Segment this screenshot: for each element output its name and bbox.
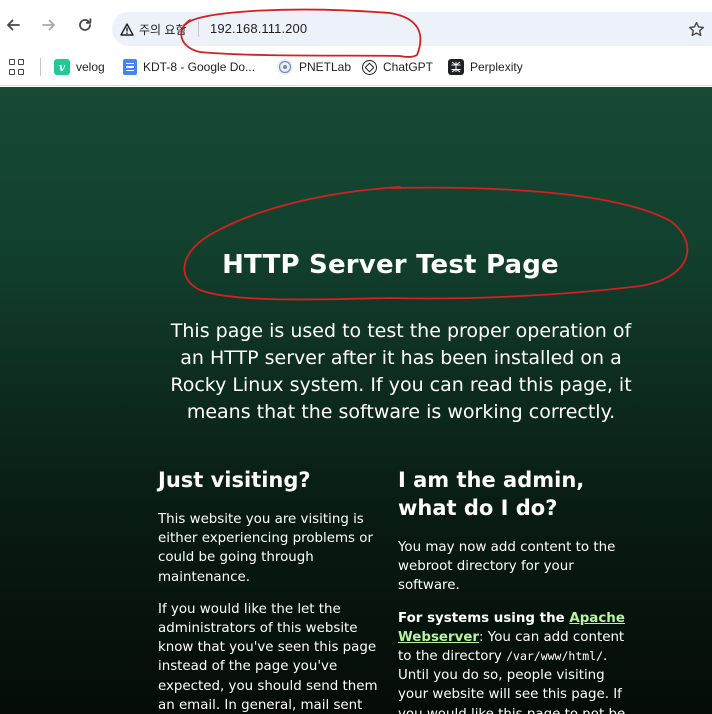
arrow-right-icon [42, 19, 55, 31]
security-label: 주의 요함 [139, 22, 187, 37]
bookmark-label: Perplexity [470, 60, 523, 74]
bookmark-velog[interactable]: v velog [54, 57, 105, 77]
webroot-path: /var/www/html/ [506, 649, 604, 664]
admin-paragraph-2: For systems using the Apache Webserver: … [398, 609, 636, 714]
admin-heading: I am the admin, what do I do? [398, 468, 585, 520]
bookmark-star-button[interactable] [686, 19, 706, 39]
browser-toolbar: 주의 요함 192.168.111.200 [0, 0, 712, 50]
visiting-paragraph-2: If you would like the let the administra… [158, 601, 378, 713]
reload-button[interactable] [73, 13, 97, 37]
url-text[interactable]: 192.168.111.200 [210, 21, 307, 36]
bookmark-kdt8-docs[interactable]: KDT-8 - Google Do... [123, 57, 255, 77]
forward-button[interactable] [37, 13, 61, 37]
security-chip[interactable]: 주의 요함 [120, 19, 187, 39]
address-bar[interactable]: 주의 요함 192.168.111.200 [112, 12, 712, 46]
apps-grid-icon[interactable] [9, 59, 25, 75]
arrow-left-icon [7, 19, 20, 31]
bookmark-label: velog [76, 60, 105, 74]
bookmark-chatgpt[interactable]: ChatGPT [362, 57, 433, 77]
bookmark-pnetlab[interactable]: PNETLab [277, 57, 351, 77]
web-page: HTTP Server Test Page This page is used … [0, 87, 712, 714]
perplexity-icon [448, 59, 464, 75]
intro-paragraph: This page is used to test the proper ope… [170, 320, 632, 423]
reload-icon [79, 18, 92, 31]
page-title: HTTP Server Test Page [222, 250, 559, 280]
pnetlab-icon [277, 59, 293, 75]
omnibox-divider [198, 21, 199, 37]
bookmark-label: PNETLab [299, 60, 352, 74]
velog-icon: v [54, 59, 70, 75]
bookmarks-bar: v velog KDT-8 - Google Do... PNETLab Cha… [0, 50, 712, 86]
admin-column: I am the admin, what do I do? You may no… [398, 466, 636, 714]
admin-paragraph-1: You may now add content to the webroot d… [398, 540, 616, 594]
star-icon [688, 21, 704, 36]
visiting-paragraph-1: This website you are visiting is either … [158, 512, 373, 585]
bookmarks-divider [40, 58, 41, 76]
apache-lead-text: For systems using the [398, 610, 570, 626]
chatgpt-icon [362, 59, 377, 75]
warning-triangle-icon [120, 22, 134, 36]
visiting-heading: Just visiting? [158, 468, 311, 492]
bookmark-perplexity[interactable]: Perplexity [448, 57, 523, 77]
bookmark-label: KDT-8 - Google Do... [143, 60, 256, 74]
back-button[interactable] [1, 13, 25, 37]
google-docs-icon [123, 59, 137, 75]
visiting-column: Just visiting? This website you are visi… [158, 466, 380, 714]
bookmark-label: ChatGPT [383, 60, 434, 74]
